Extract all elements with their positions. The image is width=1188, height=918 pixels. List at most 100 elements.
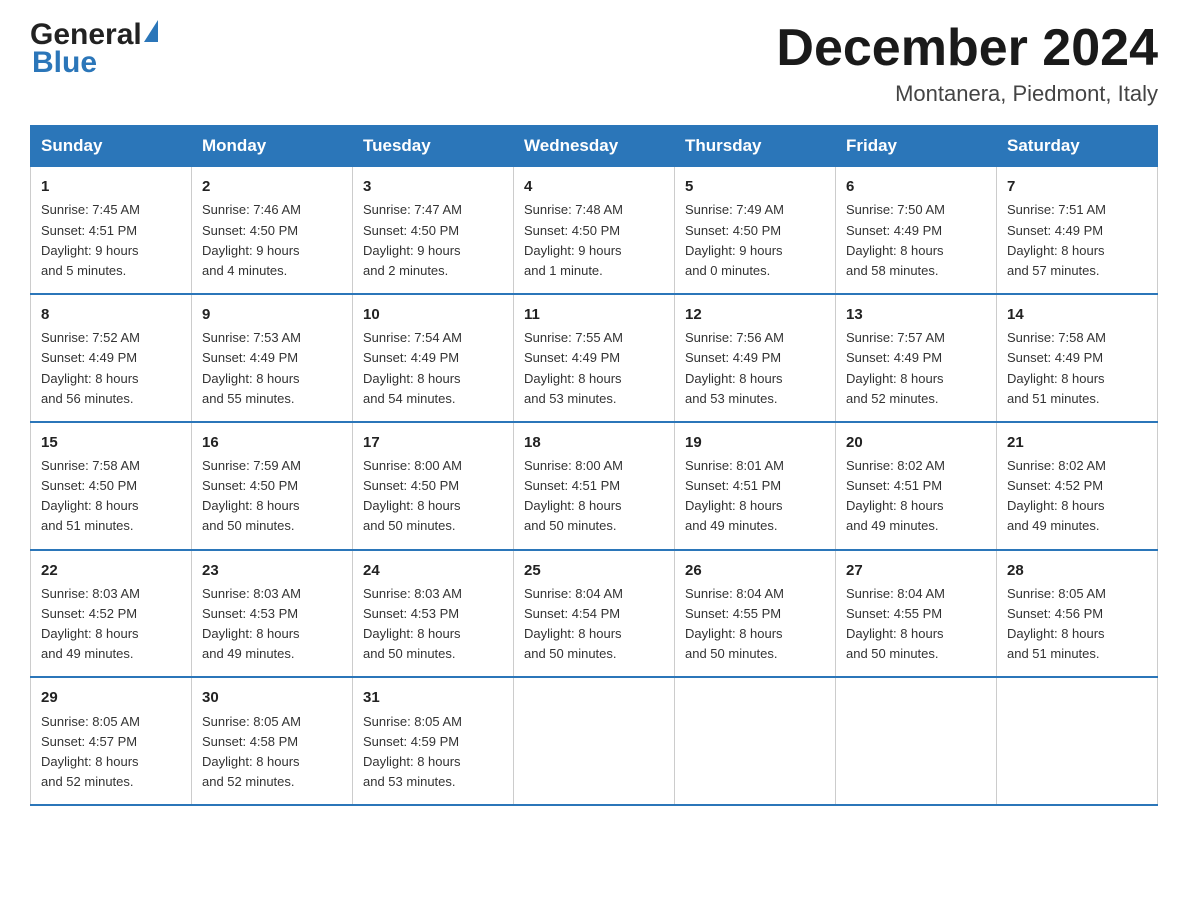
day-daylight-label: Daylight: 9 hours: [363, 243, 461, 258]
weekday-header-thursday: Thursday: [675, 126, 836, 167]
day-daylight-label: Daylight: 8 hours: [685, 626, 783, 641]
day-sunrise: Sunrise: 7:48 AM: [524, 202, 623, 217]
day-daylight-and: and 49 minutes.: [846, 518, 939, 533]
day-sunset: Sunset: 4:53 PM: [202, 606, 298, 621]
day-sunrise: Sunrise: 8:05 AM: [41, 714, 140, 729]
day-number: 23: [202, 559, 342, 582]
calendar-cell: [836, 677, 997, 805]
day-number: 21: [1007, 431, 1147, 454]
weekday-header-tuesday: Tuesday: [353, 126, 514, 167]
day-number: 18: [524, 431, 664, 454]
day-number: 15: [41, 431, 181, 454]
weekday-header-saturday: Saturday: [997, 126, 1158, 167]
day-sunset: Sunset: 4:52 PM: [41, 606, 137, 621]
day-sunset: Sunset: 4:49 PM: [685, 350, 781, 365]
weekday-header-sunday: Sunday: [31, 126, 192, 167]
day-sunset: Sunset: 4:53 PM: [363, 606, 459, 621]
day-daylight-label: Daylight: 9 hours: [524, 243, 622, 258]
day-sunrise: Sunrise: 8:03 AM: [41, 586, 140, 601]
day-daylight-and: and 52 minutes.: [202, 774, 295, 789]
day-sunset: Sunset: 4:51 PM: [846, 478, 942, 493]
day-number: 25: [524, 559, 664, 582]
weekday-header-friday: Friday: [836, 126, 997, 167]
day-daylight-and: and 2 minutes.: [363, 263, 448, 278]
day-sunset: Sunset: 4:50 PM: [202, 478, 298, 493]
day-sunrise: Sunrise: 7:53 AM: [202, 330, 301, 345]
day-sunrise: Sunrise: 7:47 AM: [363, 202, 462, 217]
day-daylight-label: Daylight: 8 hours: [202, 498, 300, 513]
day-sunset: Sunset: 4:51 PM: [685, 478, 781, 493]
day-daylight-label: Daylight: 8 hours: [1007, 498, 1105, 513]
calendar-cell: 15 Sunrise: 7:58 AM Sunset: 4:50 PM Dayl…: [31, 422, 192, 550]
day-sunrise: Sunrise: 8:01 AM: [685, 458, 784, 473]
day-number: 5: [685, 175, 825, 198]
day-daylight-label: Daylight: 8 hours: [846, 498, 944, 513]
day-sunset: Sunset: 4:51 PM: [524, 478, 620, 493]
day-sunset: Sunset: 4:49 PM: [41, 350, 137, 365]
day-daylight-and: and 56 minutes.: [41, 391, 134, 406]
calendar-cell: 25 Sunrise: 8:04 AM Sunset: 4:54 PM Dayl…: [514, 550, 675, 678]
day-number: 26: [685, 559, 825, 582]
day-daylight-label: Daylight: 8 hours: [363, 371, 461, 386]
day-daylight-label: Daylight: 8 hours: [846, 243, 944, 258]
day-sunset: Sunset: 4:50 PM: [363, 478, 459, 493]
day-daylight-label: Daylight: 9 hours: [685, 243, 783, 258]
day-daylight-label: Daylight: 8 hours: [1007, 626, 1105, 641]
location-subtitle: Montanera, Piedmont, Italy: [776, 81, 1158, 107]
day-daylight-label: Daylight: 8 hours: [846, 371, 944, 386]
header: General Blue December 2024 Montanera, Pi…: [30, 20, 1158, 107]
day-sunrise: Sunrise: 8:00 AM: [363, 458, 462, 473]
day-sunrise: Sunrise: 8:05 AM: [202, 714, 301, 729]
day-daylight-and: and 49 minutes.: [202, 646, 295, 661]
day-sunrise: Sunrise: 8:04 AM: [685, 586, 784, 601]
day-daylight-label: Daylight: 8 hours: [202, 371, 300, 386]
day-number: 20: [846, 431, 986, 454]
day-number: 29: [41, 686, 181, 709]
day-daylight-label: Daylight: 8 hours: [363, 626, 461, 641]
day-daylight-label: Daylight: 8 hours: [363, 754, 461, 769]
day-sunset: Sunset: 4:50 PM: [202, 223, 298, 238]
day-sunrise: Sunrise: 7:46 AM: [202, 202, 301, 217]
day-sunrise: Sunrise: 7:49 AM: [685, 202, 784, 217]
day-number: 24: [363, 559, 503, 582]
calendar-cell: 18 Sunrise: 8:00 AM Sunset: 4:51 PM Dayl…: [514, 422, 675, 550]
day-daylight-and: and 57 minutes.: [1007, 263, 1100, 278]
month-title: December 2024: [776, 20, 1158, 77]
day-sunset: Sunset: 4:56 PM: [1007, 606, 1103, 621]
day-sunset: Sunset: 4:49 PM: [363, 350, 459, 365]
day-daylight-label: Daylight: 8 hours: [1007, 371, 1105, 386]
day-sunrise: Sunrise: 8:00 AM: [524, 458, 623, 473]
day-daylight-and: and 49 minutes.: [685, 518, 778, 533]
day-sunrise: Sunrise: 7:52 AM: [41, 330, 140, 345]
day-sunrise: Sunrise: 7:56 AM: [685, 330, 784, 345]
calendar-cell: 28 Sunrise: 8:05 AM Sunset: 4:56 PM Dayl…: [997, 550, 1158, 678]
calendar-cell: 26 Sunrise: 8:04 AM Sunset: 4:55 PM Dayl…: [675, 550, 836, 678]
calendar-cell: 2 Sunrise: 7:46 AM Sunset: 4:50 PM Dayli…: [192, 167, 353, 294]
day-daylight-label: Daylight: 8 hours: [524, 626, 622, 641]
day-daylight-and: and 49 minutes.: [1007, 518, 1100, 533]
day-daylight-label: Daylight: 8 hours: [41, 498, 139, 513]
week-row-5: 29 Sunrise: 8:05 AM Sunset: 4:57 PM Dayl…: [31, 677, 1158, 805]
day-sunset: Sunset: 4:52 PM: [1007, 478, 1103, 493]
calendar-cell: 3 Sunrise: 7:47 AM Sunset: 4:50 PM Dayli…: [353, 167, 514, 294]
day-daylight-and: and 50 minutes.: [524, 646, 617, 661]
day-daylight-and: and 50 minutes.: [363, 646, 456, 661]
day-sunset: Sunset: 4:55 PM: [685, 606, 781, 621]
day-daylight-label: Daylight: 9 hours: [202, 243, 300, 258]
day-sunrise: Sunrise: 8:02 AM: [1007, 458, 1106, 473]
weekday-header-monday: Monday: [192, 126, 353, 167]
calendar-cell: 31 Sunrise: 8:05 AM Sunset: 4:59 PM Dayl…: [353, 677, 514, 805]
calendar-cell: 11 Sunrise: 7:55 AM Sunset: 4:49 PM Dayl…: [514, 294, 675, 422]
day-daylight-and: and 52 minutes.: [41, 774, 134, 789]
day-sunset: Sunset: 4:58 PM: [202, 734, 298, 749]
day-number: 10: [363, 303, 503, 326]
day-sunrise: Sunrise: 7:58 AM: [1007, 330, 1106, 345]
day-number: 27: [846, 559, 986, 582]
day-number: 11: [524, 303, 664, 326]
week-row-3: 15 Sunrise: 7:58 AM Sunset: 4:50 PM Dayl…: [31, 422, 1158, 550]
day-daylight-label: Daylight: 8 hours: [685, 498, 783, 513]
day-number: 13: [846, 303, 986, 326]
day-daylight-and: and 0 minutes.: [685, 263, 770, 278]
day-number: 9: [202, 303, 342, 326]
calendar-cell: 30 Sunrise: 8:05 AM Sunset: 4:58 PM Dayl…: [192, 677, 353, 805]
